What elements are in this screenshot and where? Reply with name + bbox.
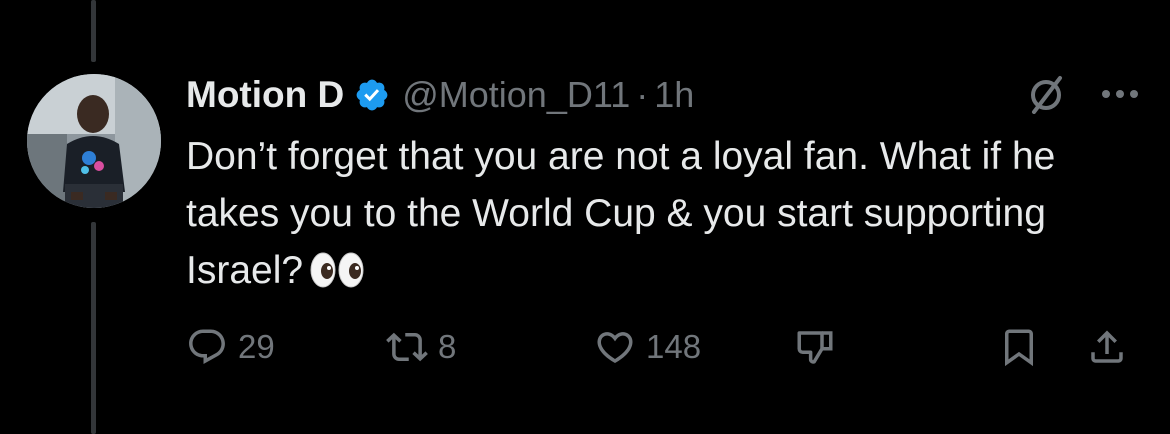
tweet-header: Motion D @Motion_D11 · 1h bbox=[186, 72, 1146, 118]
heart-icon bbox=[597, 332, 633, 364]
repost-count: 8 bbox=[438, 328, 457, 365]
like-count: 148 bbox=[646, 328, 702, 365]
bookmark-icon bbox=[1005, 329, 1033, 367]
avatar[interactable] bbox=[27, 74, 161, 208]
verified-badge-icon[interactable] bbox=[354, 77, 390, 113]
separator-dot: · bbox=[636, 74, 649, 115]
reply-icon bbox=[189, 329, 225, 364]
action-bar: 29 8 148 bbox=[186, 322, 1146, 372]
reply-button[interactable]: 29 bbox=[186, 322, 275, 372]
timestamp[interactable]: 1h bbox=[654, 74, 694, 116]
share-icon bbox=[1091, 330, 1123, 363]
thread-line-bottom bbox=[91, 222, 96, 434]
like-button[interactable]: 148 bbox=[594, 322, 701, 372]
bookmark-button[interactable] bbox=[998, 322, 1040, 372]
tweet-text: Don’t forget that you are not a loyal fa… bbox=[186, 128, 1126, 299]
more-icon[interactable] bbox=[1100, 88, 1140, 100]
repost-icon bbox=[386, 332, 428, 362]
repost-button[interactable]: 8 bbox=[386, 322, 456, 372]
tweet-top-actions bbox=[1026, 74, 1140, 114]
dislike-button[interactable] bbox=[794, 322, 836, 372]
tweet-body: Motion D @Motion_D11 · 1h Don’t forget t… bbox=[186, 72, 1146, 299]
eyes-emoji bbox=[310, 252, 364, 288]
reply-count: 29 bbox=[238, 328, 275, 365]
thumbs-down-icon bbox=[797, 331, 833, 364]
thread-line-top bbox=[91, 0, 96, 62]
share-button[interactable] bbox=[1086, 322, 1128, 372]
handle[interactable]: @Motion_D11 bbox=[402, 74, 630, 116]
avatar-image bbox=[27, 74, 161, 208]
display-name[interactable]: Motion D bbox=[186, 74, 344, 116]
grok-icon[interactable] bbox=[1026, 74, 1066, 114]
